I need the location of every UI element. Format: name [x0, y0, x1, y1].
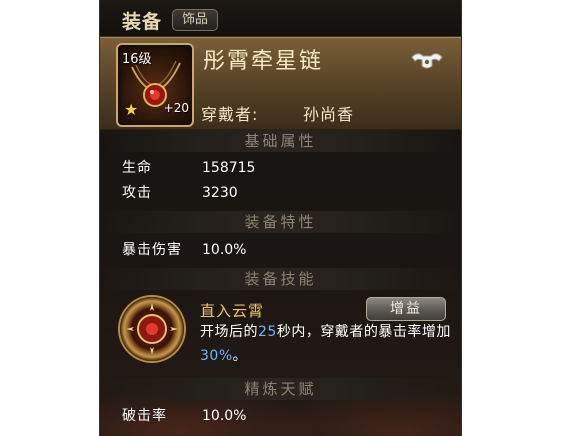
equipment-detail-panel: 装备 饰品 16级 ★ +20 彤霄牵星链 穿戴者: 孙尚香 基础属性 生命 15…	[99, 0, 462, 436]
skill-desc-text: 秒内，穿戴者的暴击率增加	[276, 324, 451, 340]
star-icon: ★	[124, 100, 139, 119]
panel-header: 装备 饰品	[100, 0, 461, 37]
skill-description: 开场后的25秒内，穿戴者的暴击率增加 30%。	[200, 320, 455, 368]
item-name: 彤霄牵星链	[203, 49, 324, 74]
talent-row: 破击率 10.0%	[122, 405, 246, 427]
necklace-icon[interactable]: 16级 ★ +20	[116, 43, 194, 127]
lock-icon[interactable]	[409, 49, 445, 71]
enhance-level: +20	[163, 101, 189, 115]
wearer-name: 孙尚香	[303, 105, 355, 124]
skill-duration-value: 25	[258, 324, 277, 340]
skill-type-badge: 增益	[366, 297, 446, 321]
skill-name: 直入云霄	[200, 302, 265, 320]
talent-label: 破击率	[122, 408, 167, 424]
item-summary: 16级 ★ +20 彤霄牵星链 穿戴者: 孙尚香	[100, 37, 461, 130]
skill-percent-value: 30%	[200, 348, 233, 364]
item-level: 16级	[122, 52, 152, 67]
attr-value: 3230	[202, 185, 238, 201]
trait-value: 10.0%	[202, 242, 247, 258]
wearer-label: 穿戴者:	[201, 105, 259, 124]
skill-desc-text: 。	[232, 348, 248, 364]
trait-label: 暴击伤害	[122, 242, 182, 258]
skill-desc-text: 开场后的	[200, 324, 258, 340]
attr-value: 158715	[202, 160, 256, 176]
trait-row: 暴击伤害 10.0%	[122, 239, 246, 261]
skill-icon[interactable]	[120, 297, 184, 361]
attr-row-attack: 攻击 3230	[122, 182, 238, 204]
category-tag[interactable]: 饰品	[172, 9, 219, 31]
section-refine-talent: 精炼天赋	[100, 378, 461, 400]
panel-title: 装备	[122, 11, 163, 33]
attr-row-hp: 生命 158715	[122, 157, 255, 179]
talent-value: 10.0%	[202, 408, 247, 424]
section-equipment-traits: 装备特性	[100, 211, 461, 233]
attr-label: 生命	[122, 160, 152, 176]
section-base-attributes: 基础属性	[100, 130, 461, 152]
attr-label: 攻击	[122, 185, 152, 201]
section-equipment-skill: 装备技能	[100, 268, 461, 290]
